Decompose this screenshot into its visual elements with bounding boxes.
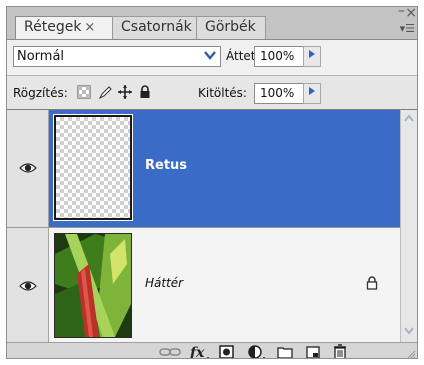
layers-panel: Rétegek × Csatornák Görbék – × ▾☰ Normál … bbox=[6, 6, 418, 359]
layer-row-retus[interactable]: Retus bbox=[7, 110, 400, 227]
new-layer-icon[interactable] bbox=[305, 344, 321, 359]
resize-grip-icon[interactable] bbox=[406, 349, 416, 359]
layer-name-hatter[interactable]: Háttér bbox=[145, 276, 183, 290]
lock-row: Rögzítés: Kitöltés: 100% bbox=[7, 75, 417, 109]
lock-icon bbox=[366, 276, 378, 290]
layer-body-retus[interactable]: Retus bbox=[49, 110, 400, 227]
tab-retegek-label: Rétegek bbox=[24, 19, 82, 35]
fx-icon[interactable]: fx bbox=[189, 344, 211, 359]
layer-thumbnail-leaves bbox=[54, 233, 132, 338]
scroll-down-icon[interactable] bbox=[401, 325, 417, 340]
layer-row-hatter[interactable]: Háttér bbox=[7, 227, 400, 343]
scroll-up-icon[interactable] bbox=[401, 112, 417, 127]
lock-transparency-icon[interactable] bbox=[77, 85, 91, 99]
layers-bottom-toolbar: fx bbox=[7, 342, 417, 359]
visibility-cell[interactable] bbox=[7, 228, 49, 343]
tab-close-icon[interactable]: × bbox=[84, 20, 95, 35]
blend-mode-select[interactable]: Normál bbox=[13, 46, 221, 67]
trash-icon[interactable] bbox=[332, 344, 348, 359]
layer-body-hatter[interactable]: Háttér bbox=[49, 228, 400, 343]
tab-gorbek[interactable]: Görbék bbox=[196, 16, 266, 39]
lock-position-icon[interactable] bbox=[118, 85, 132, 99]
eye-icon[interactable] bbox=[19, 280, 37, 292]
minimize-icon[interactable]: – bbox=[398, 7, 405, 19]
blend-row: Normál Áttetsz.: 100% bbox=[7, 39, 417, 75]
adjustment-layer-icon[interactable] bbox=[247, 344, 267, 359]
chevron-down-icon[interactable] bbox=[202, 48, 218, 65]
tab-csatornak-label: Csatornák bbox=[121, 19, 192, 35]
tab-retegek[interactable]: Rétegek × bbox=[15, 16, 113, 40]
tab-csatornak[interactable]: Csatornák bbox=[112, 16, 197, 39]
panel-menu-icon[interactable]: ▾☰ bbox=[400, 22, 415, 35]
layer-thumbnail-transparent bbox=[53, 114, 133, 221]
link-layers-icon[interactable] bbox=[159, 344, 181, 359]
tab-gorbek-label: Görbék bbox=[205, 19, 256, 35]
fill-input[interactable]: 100% bbox=[254, 83, 304, 104]
lock-label: Rögzítés: bbox=[13, 86, 68, 100]
opacity-input[interactable]: 100% bbox=[254, 46, 304, 67]
layers-list: Retus Háttér bbox=[7, 109, 400, 343]
lock-all-icon[interactable] bbox=[138, 85, 152, 99]
add-mask-icon[interactable] bbox=[219, 344, 235, 359]
fill-label: Kitöltés: bbox=[198, 86, 247, 100]
lock-pixels-icon[interactable] bbox=[98, 85, 112, 99]
opacity-slider-icon[interactable] bbox=[303, 46, 321, 67]
layers-scrollbar[interactable] bbox=[400, 109, 417, 342]
visibility-cell[interactable] bbox=[7, 110, 49, 227]
fill-slider-icon[interactable] bbox=[303, 83, 321, 104]
blend-mode-value: Normál bbox=[17, 49, 65, 64]
close-icon[interactable]: × bbox=[405, 7, 417, 21]
folder-icon[interactable] bbox=[277, 344, 293, 359]
eye-icon[interactable] bbox=[19, 162, 37, 174]
layer-name-retus[interactable]: Retus bbox=[145, 158, 187, 173]
tab-strip: Rétegek × Csatornák Görbék – × ▾☰ bbox=[7, 7, 417, 40]
svg-text:fx: fx bbox=[189, 345, 205, 359]
